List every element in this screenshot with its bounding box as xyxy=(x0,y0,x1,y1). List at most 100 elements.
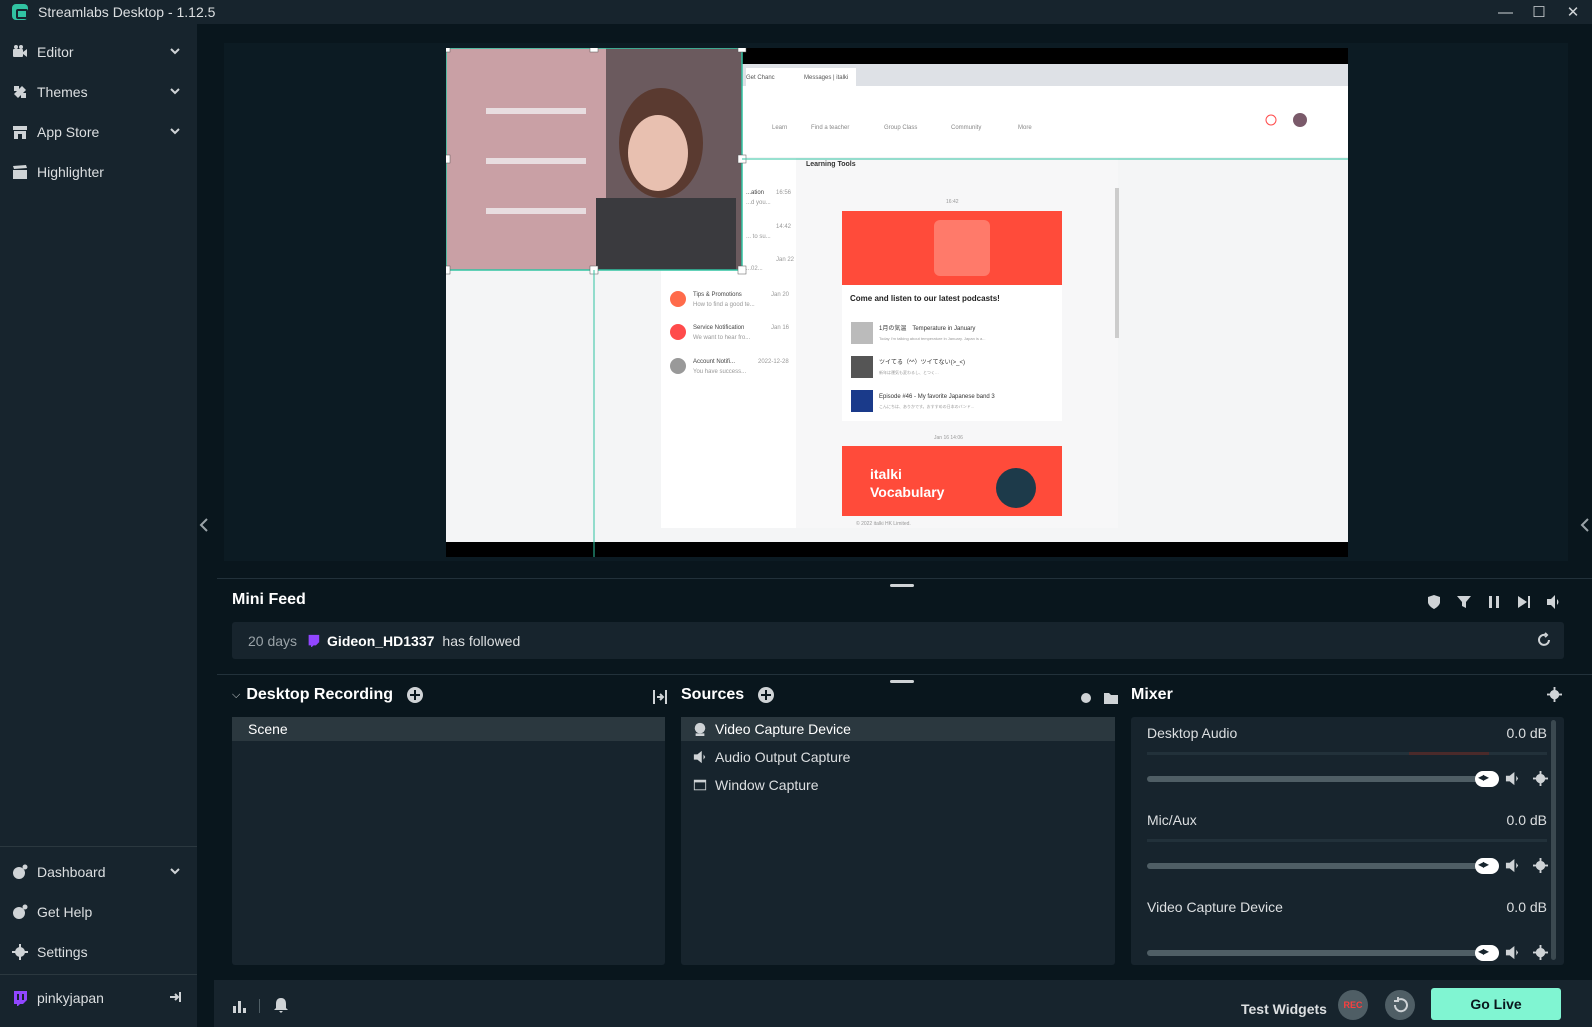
source-item[interactable]: Audio Output Capture xyxy=(681,745,1115,769)
mixer-scrollbar[interactable] xyxy=(1551,720,1556,960)
volume-slider-handle[interactable] xyxy=(1475,770,1499,787)
expand-right-panel-icon[interactable] xyxy=(1580,518,1590,532)
resize-handle[interactable] xyxy=(890,680,914,683)
svg-text:Jan 20: Jan 20 xyxy=(771,292,790,298)
scene-collection-title[interactable]: Desktop Recording xyxy=(246,686,393,704)
collapse-sidebar-icon[interactable] xyxy=(199,518,209,532)
sidebar-item-app-store[interactable]: App Store xyxy=(0,112,197,152)
account-item[interactable]: pinkyjapan xyxy=(0,978,197,1018)
mixer-settings-icon[interactable] xyxy=(1547,687,1562,702)
gear-icon[interactable] xyxy=(1533,858,1548,873)
performance-stats-icon[interactable] xyxy=(232,998,248,1014)
channel-db: 0.0 dB xyxy=(1506,812,1547,828)
browser-tab-2: Messages | italki xyxy=(804,75,848,81)
record-button[interactable]: REC xyxy=(1338,990,1368,1020)
volume-meter xyxy=(1147,839,1547,842)
event-age: 20 days xyxy=(248,632,298,649)
add-scene-button[interactable] xyxy=(407,687,424,703)
twitch-icon xyxy=(308,634,320,647)
add-source-button[interactable] xyxy=(758,687,775,703)
volume-slider[interactable] xyxy=(1147,950,1487,956)
chevron-down-icon[interactable]: ⌵ xyxy=(232,689,240,702)
event-user[interactable]: Gideon_HD1337 xyxy=(327,633,434,649)
italki-nav-group-class: Group Class xyxy=(884,125,917,131)
mixer-header: Mixer xyxy=(1131,686,1173,704)
repeat-alert-icon[interactable] xyxy=(1536,632,1552,648)
sidebar-item-dashboard[interactable]: Dashboard xyxy=(0,852,197,892)
sidebar-item-themes[interactable]: Themes xyxy=(0,72,197,112)
italki-nav-learn: Learn xyxy=(772,125,787,131)
svg-text:Jan 16 14:06: Jan 16 14:06 xyxy=(934,435,963,441)
sidebar-item-settings[interactable]: Settings xyxy=(0,932,197,972)
scenes-list: Scene xyxy=(232,717,665,965)
volume-slider-handle[interactable] xyxy=(1475,944,1499,961)
svg-text:ツイてる（^^）ツイてない(>_<): ツイてる（^^）ツイてない(>_<) xyxy=(879,359,965,366)
section-divider xyxy=(217,674,1592,675)
sidebar-divider xyxy=(0,846,197,847)
svg-text:こんにちは、ありかです。おすすめの日本のバンド...: こんにちは、ありかです。おすすめの日本のバンド... xyxy=(879,403,974,409)
twitch-icon xyxy=(14,991,27,1006)
volume-slider-handle[interactable] xyxy=(1475,857,1499,874)
help-icon xyxy=(13,904,28,919)
volume-slider[interactable] xyxy=(1147,776,1487,782)
volume-slider[interactable] xyxy=(1147,863,1487,869)
preview-scene-render: Get Chanc Messages | italki Learn Find a… xyxy=(446,48,1348,557)
feed-event-row[interactable]: 20 days Gideon_HD1337 has followed xyxy=(232,622,1564,659)
notifications-bell-icon[interactable] xyxy=(273,997,289,1013)
pause-icon[interactable] xyxy=(1486,594,1502,610)
sources-list: Video Capture Device Audio Output Captur… xyxy=(681,717,1115,965)
scene-item[interactable]: Scene xyxy=(232,717,665,741)
add-folder-icon[interactable] xyxy=(1103,690,1119,706)
speaker-icon[interactable] xyxy=(1546,594,1562,610)
channel-db: 0.0 dB xyxy=(1506,725,1547,741)
camera-icon xyxy=(694,722,706,736)
mixer-panel: Desktop Audio 0.0 dB Mic/Aux 0.0 dB Vide… xyxy=(1131,717,1564,965)
svg-text:2022-12-28: 2022-12-28 xyxy=(758,359,789,365)
gear-icon[interactable] xyxy=(1533,945,1548,960)
source-properties-icon[interactable] xyxy=(1078,690,1094,706)
gear-icon xyxy=(12,944,28,960)
sidebar: Editor Themes App Store Highlighter Dash… xyxy=(0,24,197,1027)
skip-icon[interactable] xyxy=(1516,594,1532,610)
shield-icon[interactable] xyxy=(1426,594,1442,610)
source-item[interactable]: Video Capture Device xyxy=(681,717,1115,741)
store-icon xyxy=(13,126,27,139)
channel-name: Mic/Aux xyxy=(1147,812,1197,828)
window-icon xyxy=(693,779,707,791)
replay-buffer-button[interactable] xyxy=(1385,990,1415,1020)
logout-icon[interactable] xyxy=(169,991,181,1003)
chevron-down-icon xyxy=(170,128,180,135)
sources-title: Sources xyxy=(681,686,745,703)
italki-nav-more: More xyxy=(1018,125,1032,131)
maximize-button[interactable]: ☐ xyxy=(1532,3,1546,21)
speaker-icon[interactable] xyxy=(1505,858,1520,873)
svg-text:Account Notifi...: Account Notifi... xyxy=(693,359,735,365)
svg-text:1月の気温 Temperature in January: 1月の気温 Temperature in January xyxy=(879,324,975,332)
sidebar-item-highlighter[interactable]: Highlighter xyxy=(0,152,197,192)
svg-text:Jan 22: Jan 22 xyxy=(776,257,795,263)
filter-icon[interactable] xyxy=(1456,594,1472,610)
channel-db: 0.0 dB xyxy=(1506,899,1547,915)
minimize-button[interactable]: — xyxy=(1498,4,1513,21)
preview-canvas[interactable]: Get Chanc Messages | italki Learn Find a… xyxy=(446,48,1348,557)
svg-text:新年は運気も変わるし、とつく…: 新年は運気も変わるし、とつく… xyxy=(879,369,939,375)
banner-line-2: Vocabulary xyxy=(870,484,945,500)
source-item[interactable]: Window Capture xyxy=(681,773,1115,797)
svg-text:...ation: ...ation xyxy=(746,190,764,196)
speaker-icon[interactable] xyxy=(1505,945,1520,960)
svg-text:We want to hear fro...: We want to hear fro... xyxy=(693,335,751,341)
account-name: pinkyjapan xyxy=(37,990,104,1006)
gear-icon[interactable] xyxy=(1533,771,1548,786)
scene-transitions-icon[interactable] xyxy=(652,689,668,705)
test-widgets-button[interactable]: Test Widgets xyxy=(1241,1001,1327,1017)
window-controls: — ☐ ✕ xyxy=(1498,0,1580,24)
close-button[interactable]: ✕ xyxy=(1566,3,1580,21)
go-live-button[interactable]: Go Live xyxy=(1431,988,1561,1020)
sidebar-item-get-help[interactable]: Get Help xyxy=(0,892,197,932)
resize-handle[interactable] xyxy=(890,584,914,587)
sources-header: Sources xyxy=(681,686,775,704)
speaker-icon[interactable] xyxy=(1505,771,1520,786)
sidebar-item-editor[interactable]: Editor xyxy=(0,32,197,72)
svg-text:...02...: ...02... xyxy=(746,266,763,272)
channel-name: Video Capture Device xyxy=(1147,899,1283,915)
